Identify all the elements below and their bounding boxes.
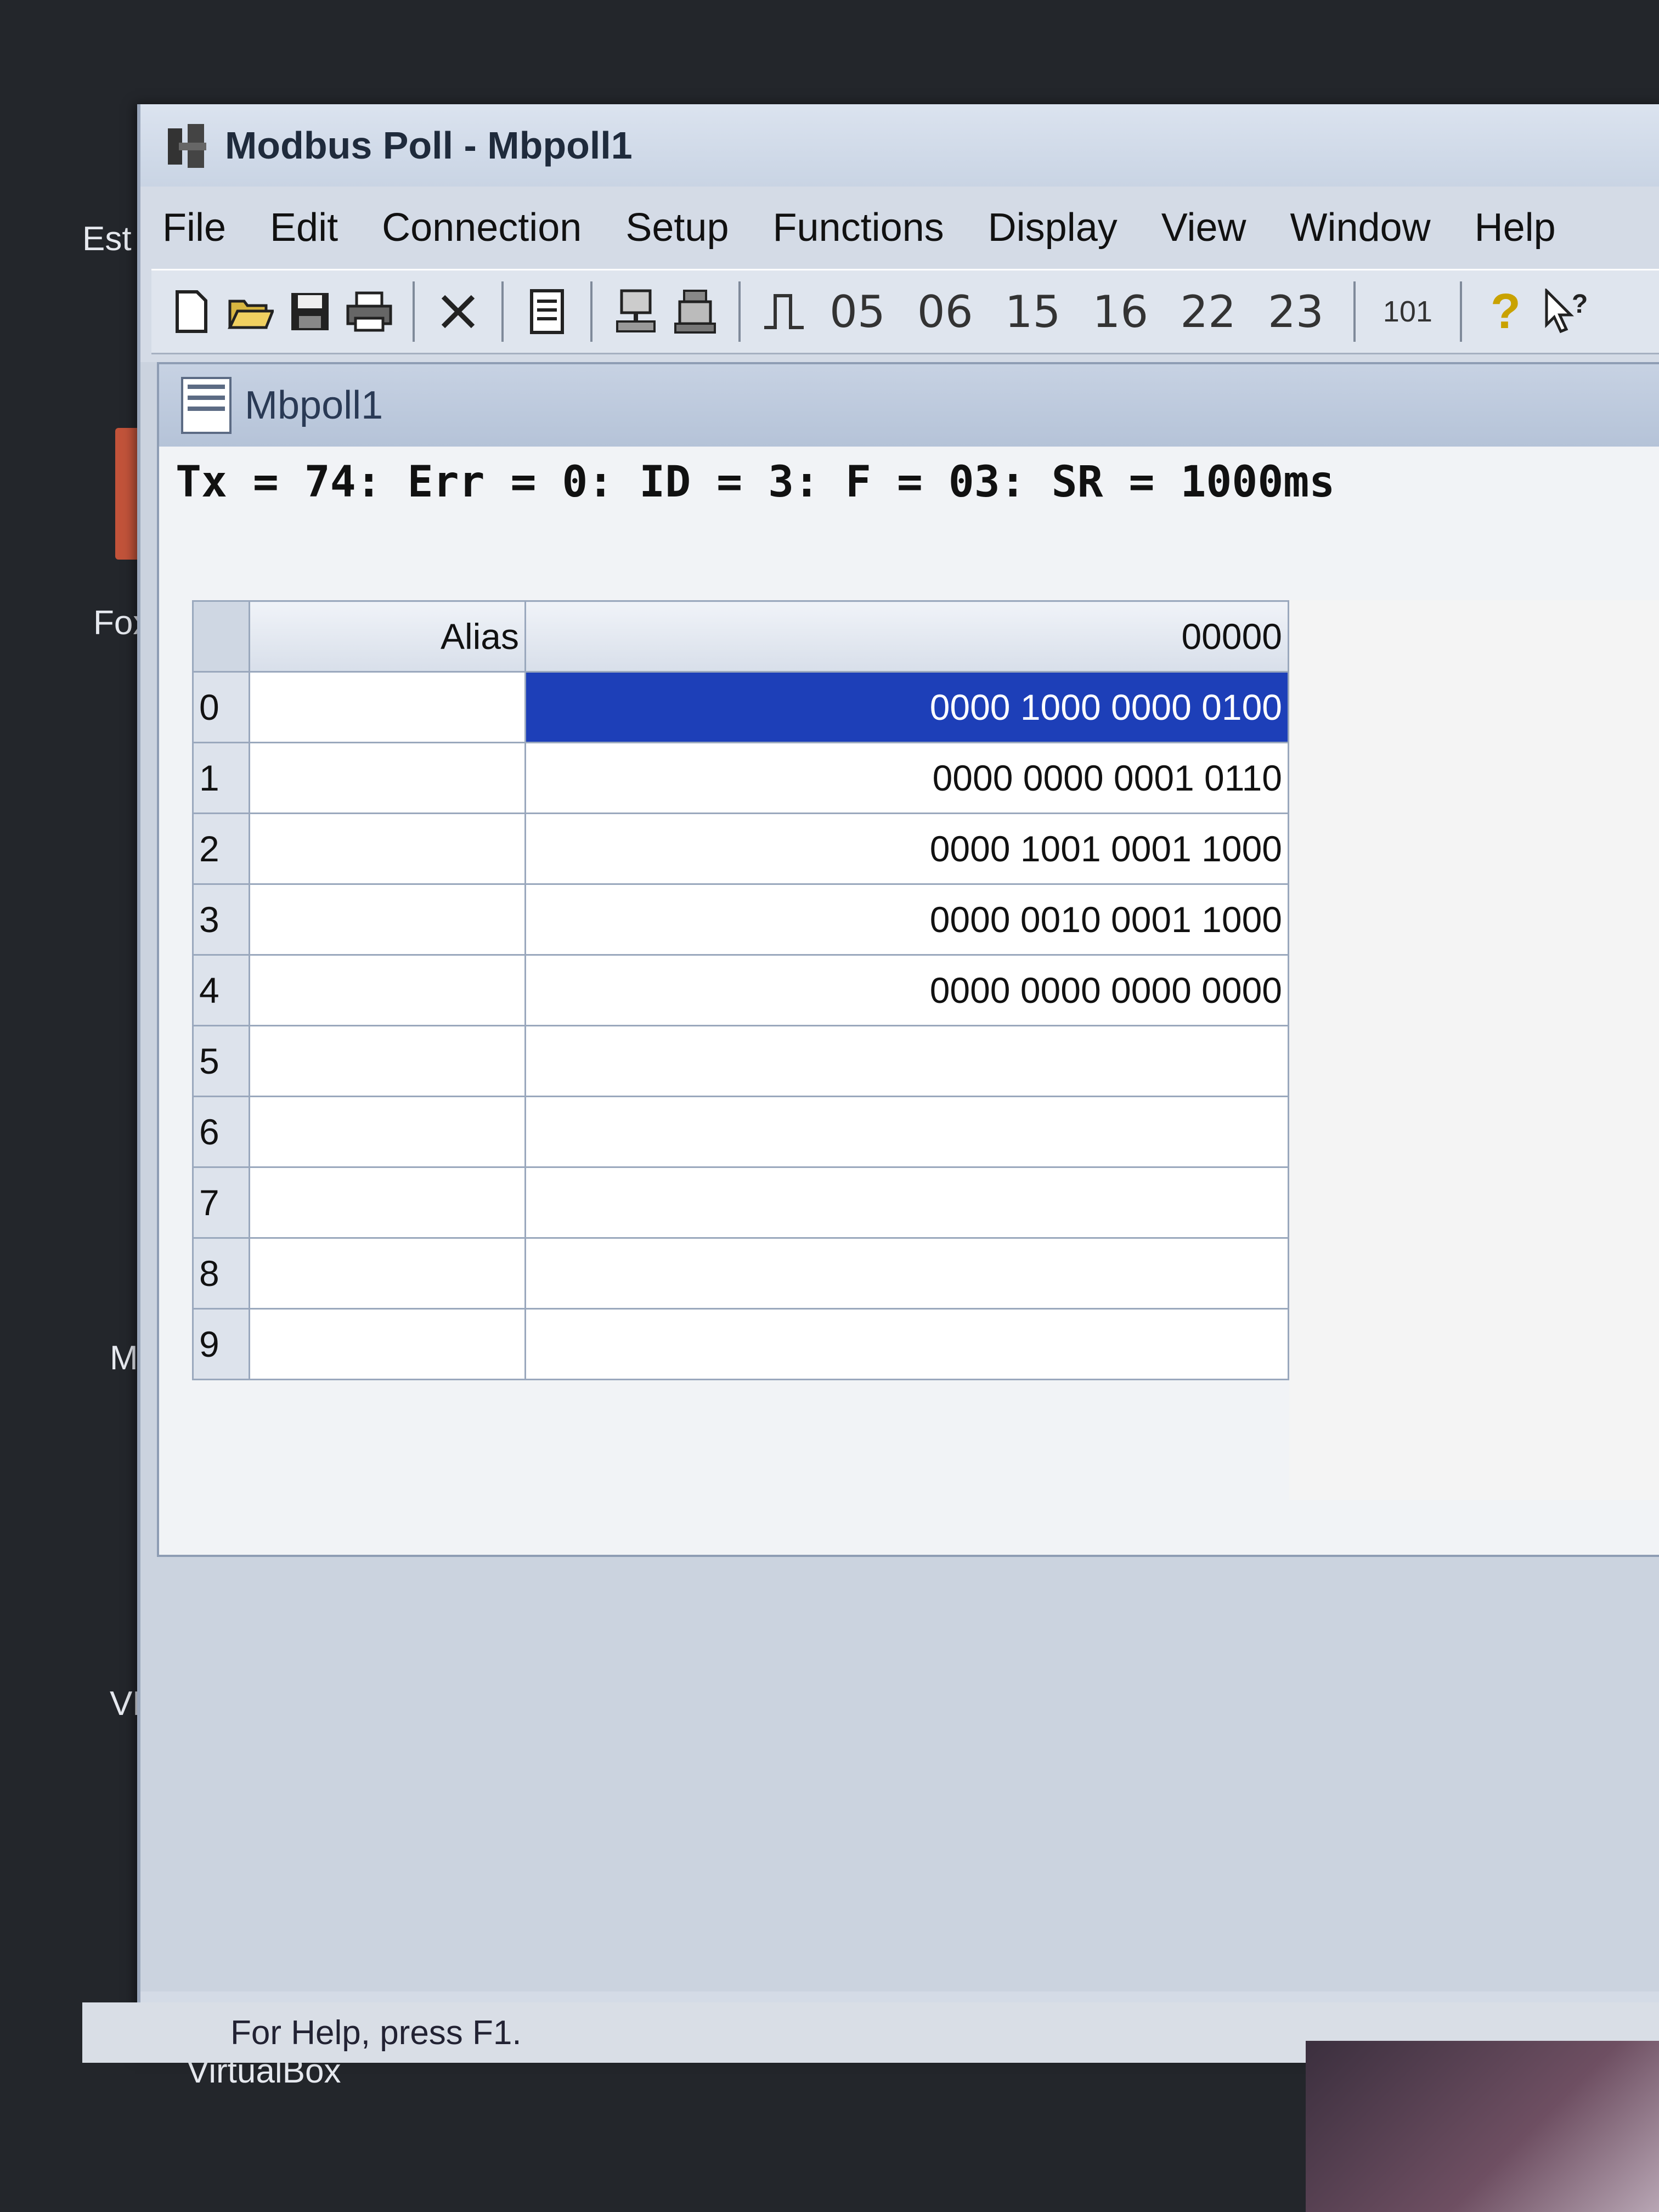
menu-display[interactable]: Display xyxy=(966,205,1139,250)
menu-file[interactable]: File xyxy=(140,205,248,250)
function-05-button[interactable]: 05 xyxy=(820,286,895,337)
window-title: Modbus Poll - Mbpoll1 xyxy=(225,124,633,167)
value-cell[interactable] xyxy=(524,1025,1289,1097)
menu-window[interactable]: Window xyxy=(1268,205,1453,250)
value-cell[interactable]: 0000 0000 0000 0000 xyxy=(524,954,1289,1026)
alias-cell[interactable] xyxy=(249,1166,526,1239)
toolbar-separator xyxy=(1459,281,1462,342)
row-number: 5 xyxy=(192,1025,250,1097)
context-help-icon[interactable]: ? xyxy=(1542,285,1589,338)
register-grid: Alias 00000 0 0000 1000 0000 0100 1 0000… xyxy=(192,600,1289,1380)
svg-text:?: ? xyxy=(1572,290,1587,319)
connect-icon[interactable] xyxy=(612,285,659,338)
table-row[interactable]: 2 0000 1001 0001 1000 xyxy=(192,812,1289,885)
alias-cell[interactable] xyxy=(249,671,526,743)
row-number: 0 xyxy=(192,671,250,743)
background-photo xyxy=(1306,2041,1659,2212)
table-row[interactable]: 3 0000 0010 0001 1000 xyxy=(192,883,1289,956)
toolbar-separator xyxy=(738,281,741,342)
value-cell[interactable]: 0000 0010 0001 1000 xyxy=(524,883,1289,956)
document-icon xyxy=(181,377,232,434)
function-101-button[interactable]: 101 xyxy=(1375,295,1440,329)
menu-help[interactable]: Help xyxy=(1453,205,1578,250)
alias-cell[interactable] xyxy=(249,742,526,814)
child-window-title: Mbpoll1 xyxy=(245,383,383,427)
open-folder-icon[interactable] xyxy=(227,285,274,338)
desktop-label-est: Est xyxy=(82,220,132,258)
table-row[interactable]: 9 xyxy=(192,1308,1289,1380)
toolbar-separator xyxy=(413,281,415,342)
function-22-button[interactable]: 22 xyxy=(1170,286,1246,337)
value-cell[interactable] xyxy=(524,1166,1289,1239)
grid-empty-area xyxy=(1289,600,1659,1500)
row-number: 3 xyxy=(192,883,250,956)
alias-cell[interactable] xyxy=(249,1308,526,1380)
row-number: 9 xyxy=(192,1308,250,1380)
table-row[interactable]: 7 xyxy=(192,1166,1289,1239)
mbpoll1-child-window: Mbpoll1 Tx = 74: Err = 0: ID = 3: F = 03… xyxy=(157,362,1659,1557)
toolbar-separator xyxy=(1353,281,1356,342)
table-row[interactable]: 1 0000 0000 0001 0110 xyxy=(192,742,1289,814)
alias-cell[interactable] xyxy=(249,1025,526,1097)
alias-cell[interactable] xyxy=(249,883,526,956)
pulse-icon[interactable] xyxy=(760,285,808,338)
menu-functions[interactable]: Functions xyxy=(751,205,966,250)
toolbar-separator xyxy=(501,281,504,342)
menu-edit[interactable]: Edit xyxy=(248,205,360,250)
menu-bar: File Edit Connection Setup Functions Dis… xyxy=(140,198,1659,258)
alias-cell[interactable] xyxy=(249,812,526,885)
modbus-poll-window: Modbus Poll - Mbpoll1 File Edit Connecti… xyxy=(137,104,1659,2057)
function-15-button[interactable]: 15 xyxy=(995,286,1071,337)
toolbar: 05 06 15 16 22 23 101 ? ? xyxy=(151,269,1659,354)
poll-status-line: Tx = 74: Err = 0: ID = 3: F = 03: SR = 1… xyxy=(176,458,1335,507)
row-number: 1 xyxy=(192,742,250,814)
value-cell[interactable] xyxy=(524,1237,1289,1310)
mdi-client-area: Mbpoll1 Tx = 74: Err = 0: ID = 3: F = 03… xyxy=(140,362,1659,1991)
menu-setup[interactable]: Setup xyxy=(603,205,751,250)
row-number: 7 xyxy=(192,1166,250,1239)
row-number: 2 xyxy=(192,812,250,885)
alias-cell[interactable] xyxy=(249,1096,526,1168)
print-icon[interactable] xyxy=(346,285,393,338)
alias-column-header[interactable]: Alias xyxy=(249,600,526,673)
disconnect-icon[interactable] xyxy=(672,285,719,338)
child-title-bar[interactable]: Mbpoll1 xyxy=(159,364,1659,447)
row-number: 8 xyxy=(192,1237,250,1310)
table-row[interactable]: 4 0000 0000 0000 0000 xyxy=(192,954,1289,1026)
table-row[interactable]: 6 xyxy=(192,1096,1289,1168)
save-icon[interactable] xyxy=(286,285,334,338)
value-column-header[interactable]: 00000 xyxy=(524,600,1289,673)
alias-cell[interactable] xyxy=(249,1237,526,1310)
menu-view[interactable]: View xyxy=(1139,205,1268,250)
status-bar-text: For Help, press F1. xyxy=(230,2013,522,2052)
close-icon[interactable] xyxy=(435,285,482,338)
alias-cell[interactable] xyxy=(249,954,526,1026)
modbus-poll-icon xyxy=(162,121,212,170)
help-icon[interactable]: ? xyxy=(1482,284,1530,340)
grid-corner[interactable] xyxy=(192,600,250,673)
table-row[interactable]: 8 xyxy=(192,1237,1289,1310)
toolbar-separator xyxy=(590,281,592,342)
menu-connection[interactable]: Connection xyxy=(360,205,603,250)
function-06-button[interactable]: 06 xyxy=(907,286,983,337)
function-23-button[interactable]: 23 xyxy=(1258,286,1334,337)
function-16-button[interactable]: 16 xyxy=(1082,286,1158,337)
title-bar[interactable]: Modbus Poll - Mbpoll1 xyxy=(140,104,1659,187)
table-row[interactable]: 0 0000 1000 0000 0100 xyxy=(192,671,1289,743)
new-file-icon[interactable] xyxy=(168,285,215,338)
value-cell[interactable] xyxy=(524,1096,1289,1168)
value-cell[interactable] xyxy=(524,1308,1289,1380)
row-number: 6 xyxy=(192,1096,250,1168)
value-cell[interactable]: 0000 1000 0000 0100 xyxy=(524,671,1289,743)
row-number: 4 xyxy=(192,954,250,1026)
document-icon[interactable] xyxy=(523,285,571,338)
value-cell[interactable]: 0000 0000 0001 0110 xyxy=(524,742,1289,814)
value-cell[interactable]: 0000 1001 0001 1000 xyxy=(524,812,1289,885)
table-row[interactable]: 5 xyxy=(192,1025,1289,1097)
